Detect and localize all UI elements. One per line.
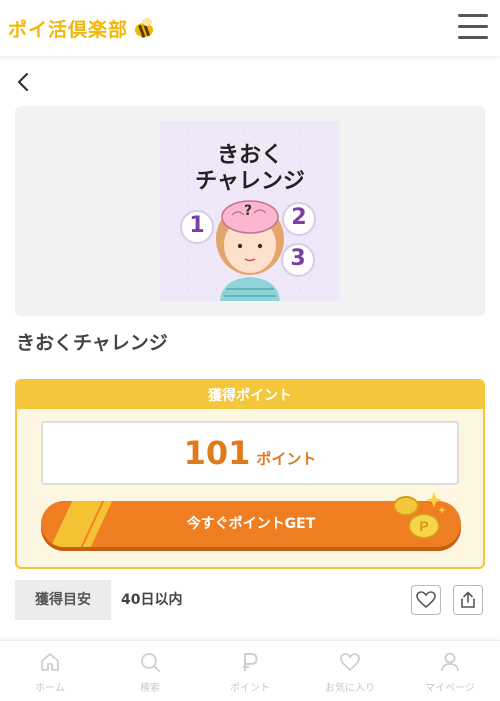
heart-icon — [340, 653, 360, 672]
estimate-label: 獲得目安 — [15, 580, 111, 620]
bottom-navigation: ホーム 検索 ポイント お気に入り マイページ — [0, 640, 500, 701]
campaign-thumbnail: きおく チャレンジ ? 1 2 3 — [160, 121, 340, 301]
number-three: 3 — [290, 246, 306, 271]
nav-label-mypage: マイページ — [425, 683, 475, 694]
points-display: 101 ポイント — [41, 421, 459, 485]
svg-text:P: P — [419, 518, 428, 534]
search-icon — [141, 653, 160, 672]
share-button[interactable] — [453, 585, 483, 615]
number-two: 2 — [291, 205, 307, 230]
nav-label-search: 検索 — [140, 683, 160, 694]
share-icon — [461, 591, 475, 608]
logo-text: ポイ活倶楽部 — [8, 18, 129, 41]
home-icon — [41, 653, 59, 671]
nav-item-point[interactable]: ポイント — [200, 641, 300, 701]
points-unit: ポイント — [256, 450, 317, 468]
number-one: 1 — [189, 213, 205, 238]
bee-logo-icon — [135, 18, 154, 38]
app-header: ポイ活倶楽部 — [0, 0, 500, 56]
nav-item-mypage[interactable]: マイページ — [400, 641, 500, 701]
page-title: きおくチャレンジ — [16, 332, 168, 354]
hamburger-menu-icon[interactable] — [458, 14, 488, 40]
coins-icon: P — [393, 492, 446, 539]
user-icon — [441, 652, 459, 672]
estimate-value: 40日以内 — [121, 592, 183, 608]
nav-item-search[interactable]: 検索 — [100, 641, 200, 701]
nav-item-home[interactable]: ホーム — [0, 641, 100, 701]
site-logo[interactable]: ポイ活倶楽部 — [8, 14, 156, 42]
points-header: 獲得ポイント — [17, 381, 483, 409]
get-points-button-label: 今すぐポイントGET — [186, 516, 316, 532]
point-icon — [243, 653, 258, 671]
question-mark: ? — [244, 203, 253, 219]
nav-label-home: ホーム — [35, 683, 65, 694]
hero-image-area: きおく チャレンジ ? 1 2 3 — [15, 106, 485, 316]
heart-icon — [416, 591, 436, 609]
favorite-button[interactable] — [411, 585, 441, 615]
nav-label-favorites: お気に入り — [325, 683, 375, 694]
back-arrow-icon[interactable] — [14, 70, 34, 94]
nav-item-favorites[interactable]: お気に入り — [300, 641, 400, 701]
nav-label-point: ポイント — [230, 683, 270, 694]
points-value: 101 — [183, 434, 251, 472]
